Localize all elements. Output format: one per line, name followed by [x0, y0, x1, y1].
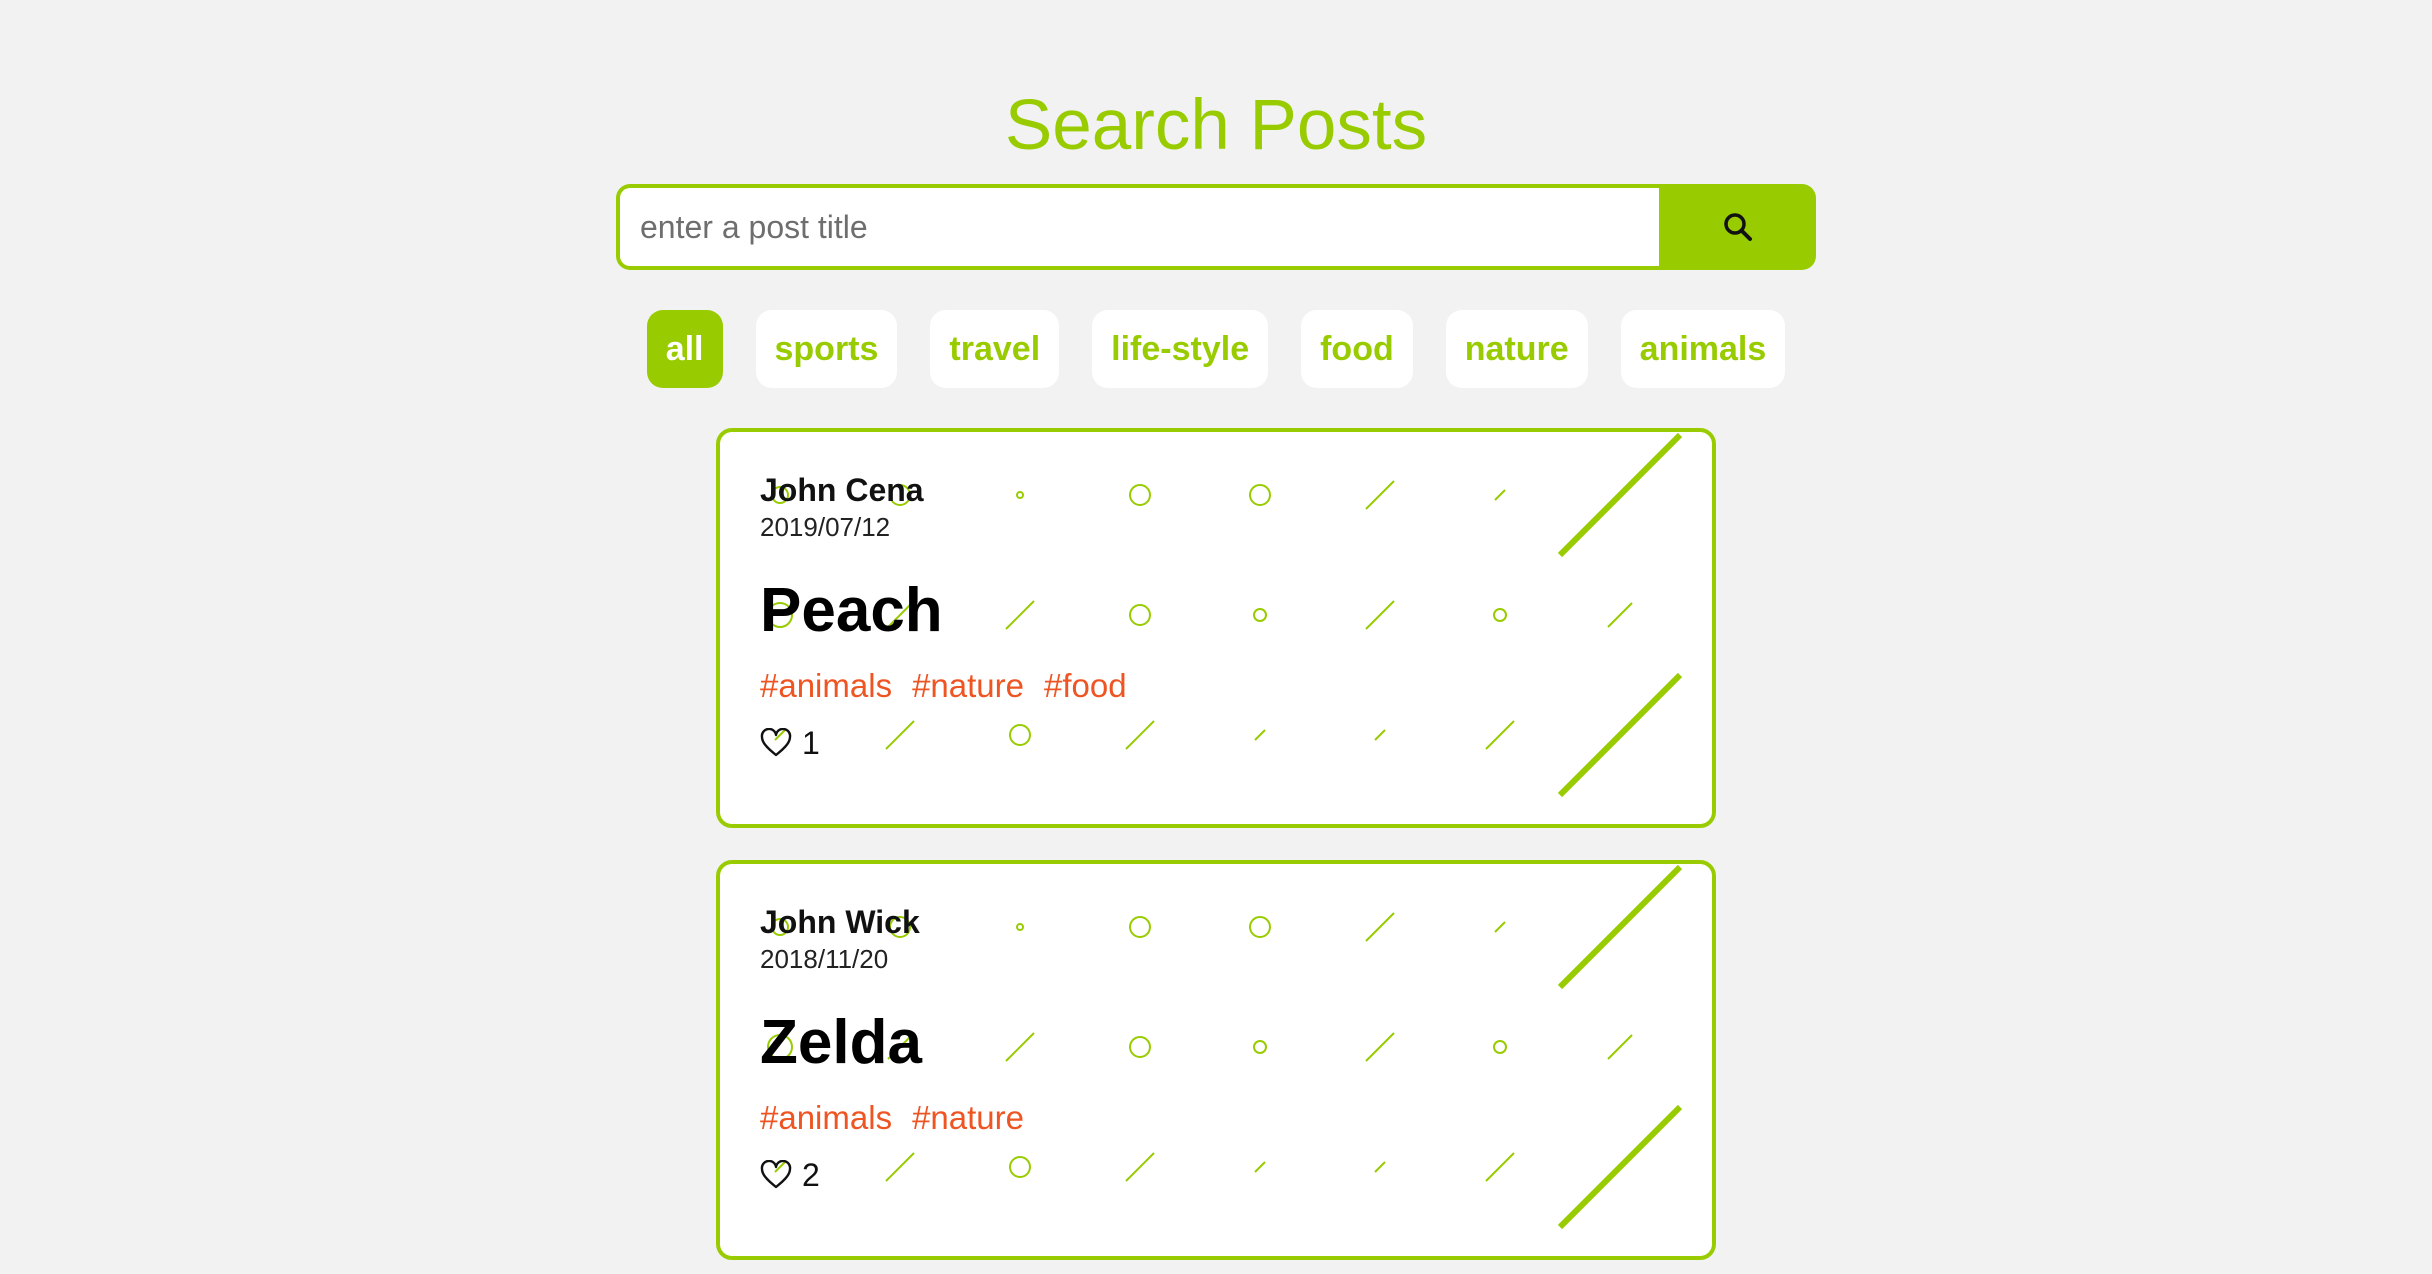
search-button[interactable]	[1659, 184, 1816, 270]
post-card[interactable]: John Cena 2019/07/12 Peach #animals #nat…	[716, 428, 1716, 828]
filter-chip-travel[interactable]: travel	[930, 310, 1060, 388]
post-title: Zelda	[760, 1007, 922, 1077]
search-input[interactable]	[616, 184, 1659, 270]
post-tag[interactable]: #animals	[760, 1099, 892, 1137]
post-tag[interactable]: #nature	[912, 667, 1024, 705]
category-filters: all sports travel life-style food nature…	[0, 310, 2432, 388]
post-author: John Wick	[760, 904, 920, 940]
post-tag[interactable]: #food	[1044, 667, 1127, 705]
filter-chip-animals[interactable]: animals	[1620, 310, 1786, 388]
filter-chip-all[interactable]: all	[646, 310, 723, 388]
filter-chip-sports[interactable]: sports	[755, 310, 898, 388]
heart-icon[interactable]	[760, 728, 792, 758]
search-bar	[616, 184, 1816, 270]
post-tag[interactable]: #nature	[912, 1099, 1024, 1137]
filter-chip-food[interactable]: food	[1301, 310, 1413, 388]
page-title: Search Posts	[1004, 86, 1428, 165]
post-card[interactable]: John Wick 2018/11/20 Zelda #animals #nat…	[716, 860, 1716, 1260]
post-tag[interactable]: #animals	[760, 667, 892, 705]
post-tags: #animals #nature	[760, 1099, 1024, 1137]
filter-chip-life-style[interactable]: life-style	[1092, 310, 1269, 388]
post-author: John Cena	[760, 472, 924, 508]
post-date: 2018/11/20	[760, 943, 889, 974]
post-likes: 2	[760, 1157, 1024, 1194]
like-count: 2	[802, 1156, 820, 1193]
post-date: 2019/07/12	[760, 511, 891, 542]
post-tags: #animals #nature #food	[760, 667, 1127, 705]
filter-chip-nature[interactable]: nature	[1445, 310, 1588, 388]
like-count: 1	[802, 724, 820, 761]
search-icon	[1722, 211, 1754, 243]
post-title: Peach	[760, 575, 943, 645]
post-likes: 1	[760, 725, 1127, 762]
heart-icon[interactable]	[760, 1160, 792, 1190]
